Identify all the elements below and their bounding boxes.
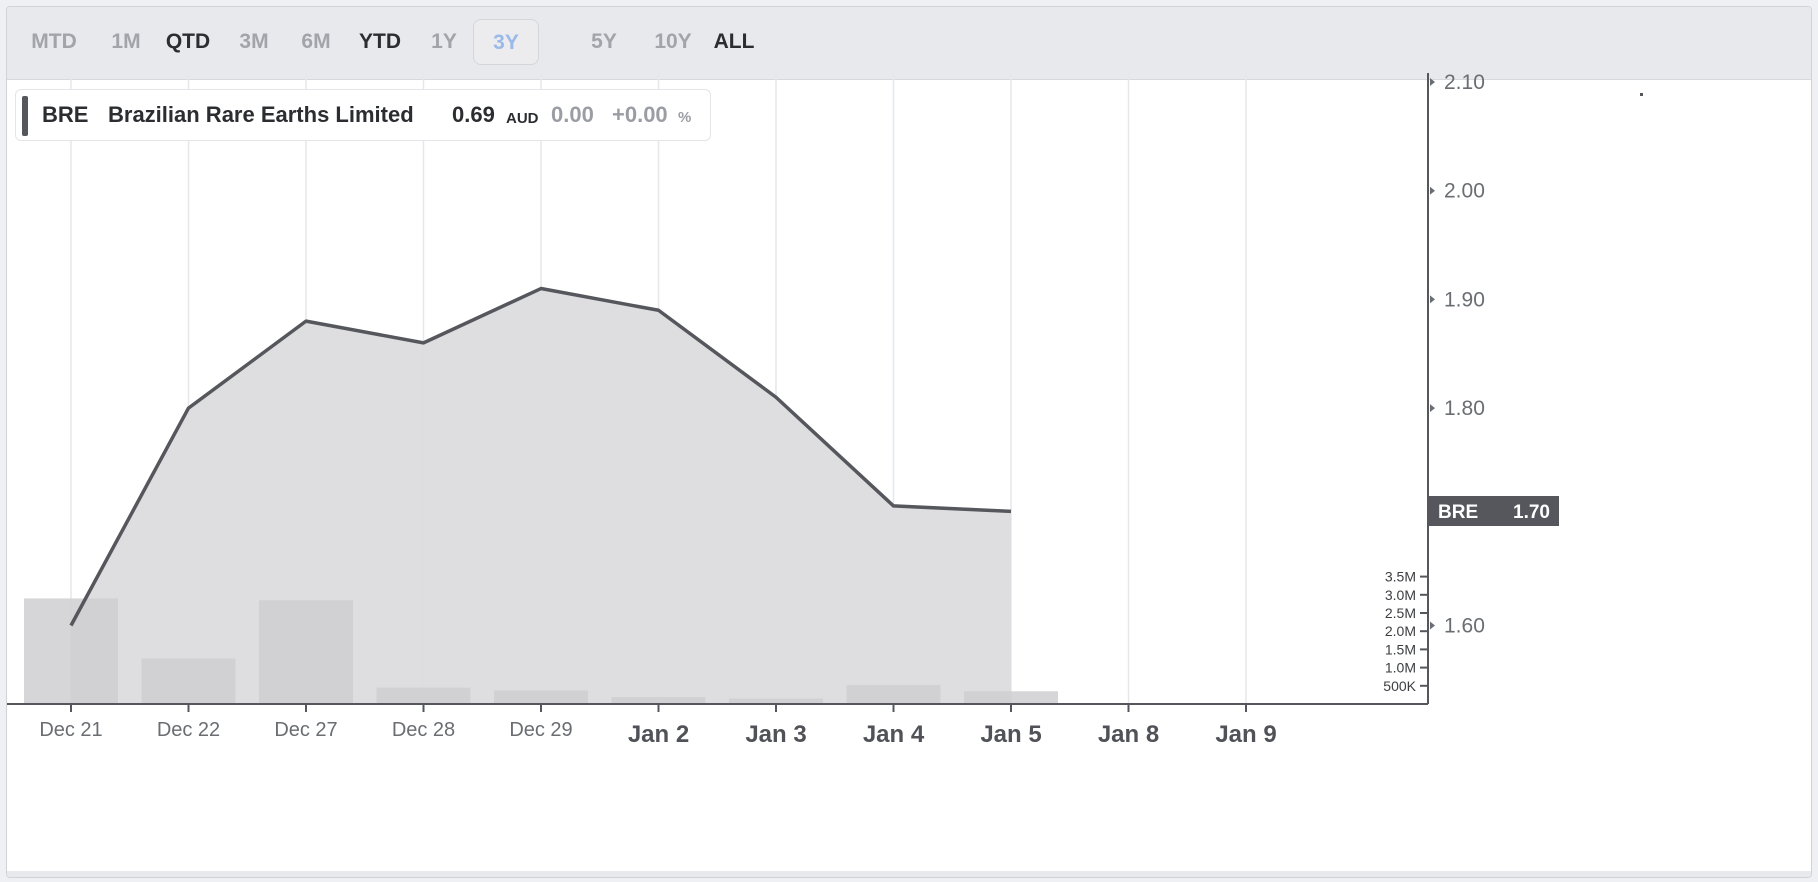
- x-tick-label: Dec 21: [39, 719, 102, 741]
- x-tick-label: Jan 3: [745, 721, 806, 748]
- legend-percent-sign: %: [678, 109, 692, 126]
- x-tick-label: Jan 5: [980, 721, 1041, 748]
- legend-company-name: Brazilian Rare Earths Limited: [108, 102, 414, 127]
- y-tick-label: 2.00: [1444, 180, 1485, 203]
- x-tick-label: Jan 4: [863, 721, 925, 748]
- x-tick-label: Dec 29: [509, 719, 572, 741]
- volume-tick-label: 1.5M: [1385, 641, 1416, 657]
- bottom-strip: [7, 871, 1811, 877]
- price-point: [421, 340, 427, 346]
- x-tick-label: Jan 8: [1098, 721, 1159, 748]
- y-tick-label: 1.90: [1444, 288, 1485, 311]
- current-price-value: 1.70: [1513, 502, 1550, 523]
- volume-bar: [259, 600, 353, 704]
- price-point: [773, 394, 779, 400]
- y-tick: [1430, 78, 1435, 86]
- price-area: [71, 288, 1011, 704]
- volume-bar: [24, 598, 118, 704]
- volume-tick-label: 3.5M: [1385, 569, 1416, 585]
- legend-ticker: BRE: [42, 102, 89, 127]
- y-tick: [1430, 186, 1435, 195]
- price-point: [186, 405, 192, 411]
- volume-tick-label: 500K: [1383, 678, 1416, 694]
- price-point: [303, 318, 309, 324]
- y-tick: [1430, 621, 1435, 630]
- current-price-ticker: BRE: [1438, 502, 1478, 523]
- legend-currency: AUD: [506, 110, 539, 127]
- x-tick-label: Dec 27: [274, 719, 337, 741]
- series-legend: BRE Brazilian Rare Earths Limited 0.69 A…: [15, 89, 711, 141]
- volume-bar: [141, 658, 236, 704]
- y-tick-label: 1.80: [1444, 397, 1485, 420]
- legend-color-bar: [22, 96, 28, 136]
- legend-price: 0.69: [452, 102, 495, 127]
- y-tick-label: 2.10: [1444, 71, 1485, 94]
- volume-tick-label: 1.0M: [1385, 660, 1416, 676]
- volume-bar: [964, 691, 1058, 704]
- chart-widget: MTD 1M QTD 3M 6M YTD 1Y 3Y 5Y 10Y ALL Dec 21 Dec 22…: [6, 6, 1812, 878]
- x-tick-label: Dec 22: [157, 719, 220, 741]
- legend-change-percent: +0.00: [612, 102, 668, 127]
- volume-tick-label: 2.5M: [1385, 605, 1416, 621]
- price-point: [656, 307, 662, 313]
- y-tick: [1430, 295, 1435, 304]
- volume-bar: [376, 687, 471, 704]
- legend-change: 0.00: [551, 102, 594, 127]
- volume-tick-label: 3.0M: [1385, 587, 1416, 603]
- volume-bar: [611, 697, 706, 704]
- price-point: [538, 286, 544, 292]
- price-point: [1008, 508, 1014, 514]
- x-tick-label: Jan 2: [628, 721, 689, 748]
- volume-bar: [846, 685, 941, 704]
- y-tick: [1430, 404, 1435, 413]
- y-tick-label: 1.60: [1444, 615, 1485, 638]
- price-point: [68, 623, 74, 629]
- price-point: [891, 503, 897, 509]
- x-tick-label: Jan 9: [1215, 721, 1276, 748]
- x-tick-label: Dec 28: [392, 719, 455, 741]
- volume-bar: [494, 690, 588, 704]
- axis-dot-marker: [1640, 93, 1643, 96]
- volume-tick-label: 2.0M: [1385, 623, 1416, 639]
